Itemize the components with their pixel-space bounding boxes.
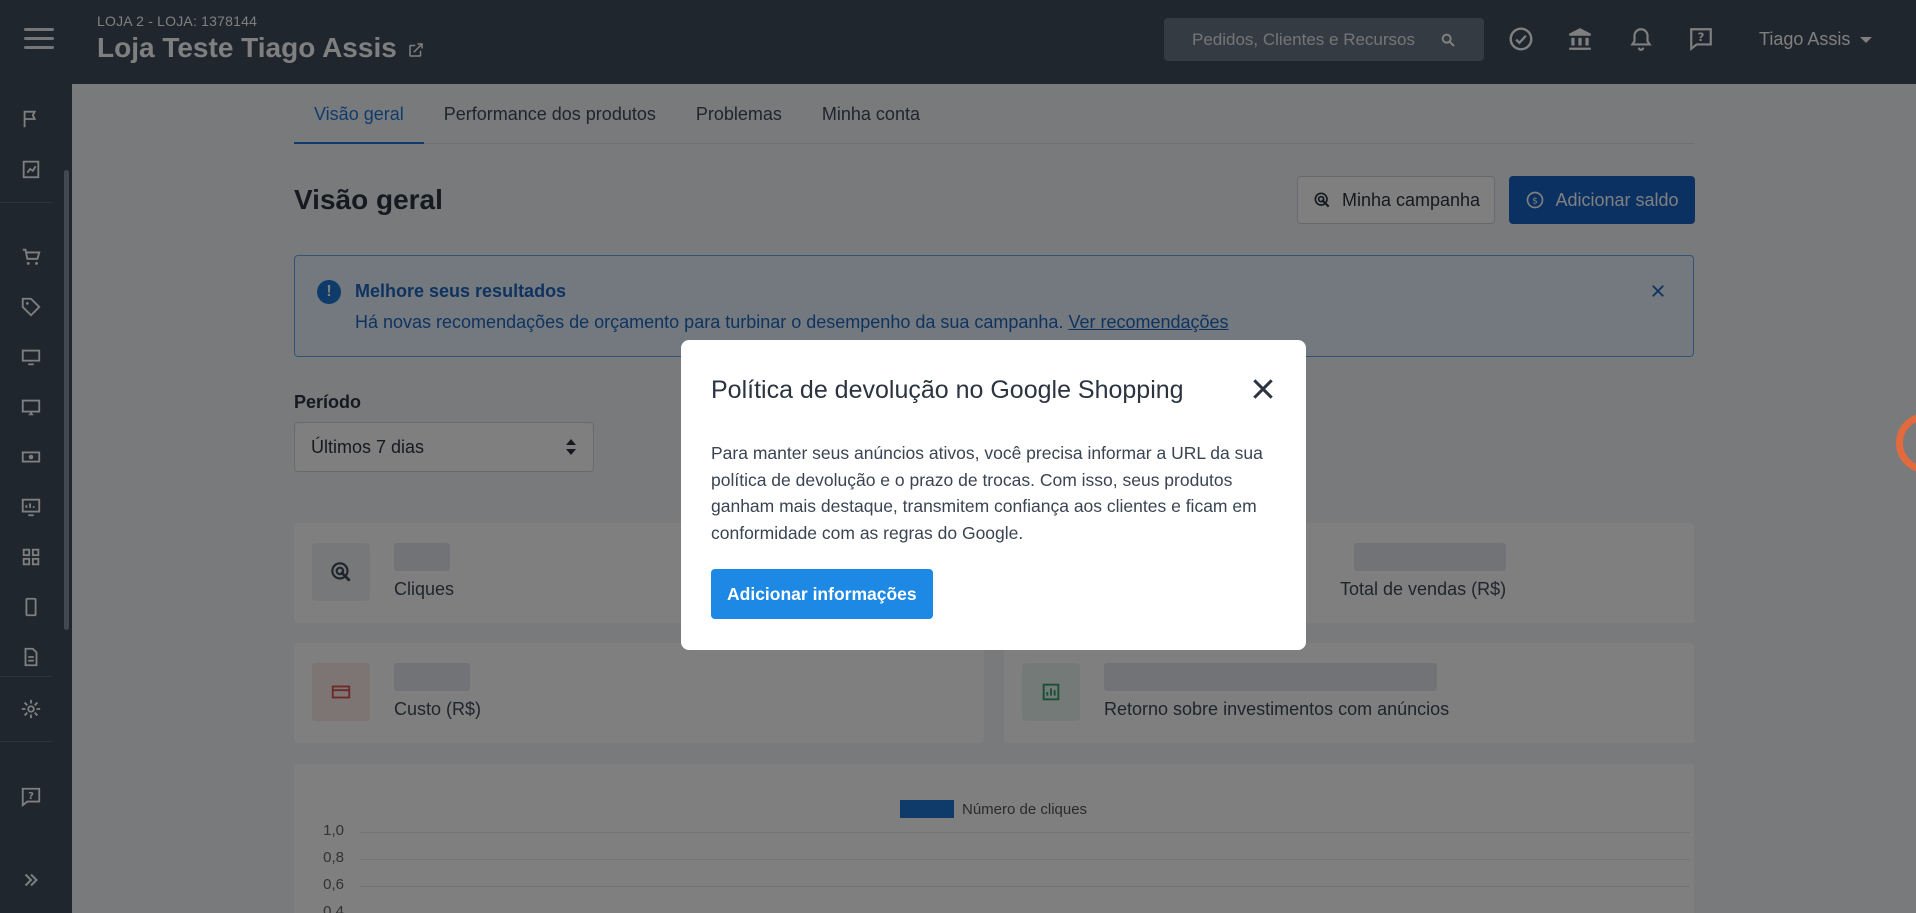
add-information-button[interactable]: Adicionar informações (711, 569, 933, 619)
modal-title: Política de devolução no Google Shopping (711, 376, 1184, 404)
return-policy-modal: Política de devolução no Google Shopping… (681, 340, 1306, 650)
close-icon[interactable] (1250, 376, 1276, 402)
modal-body: Para manter seus anúncios ativos, você p… (711, 443, 1263, 543)
